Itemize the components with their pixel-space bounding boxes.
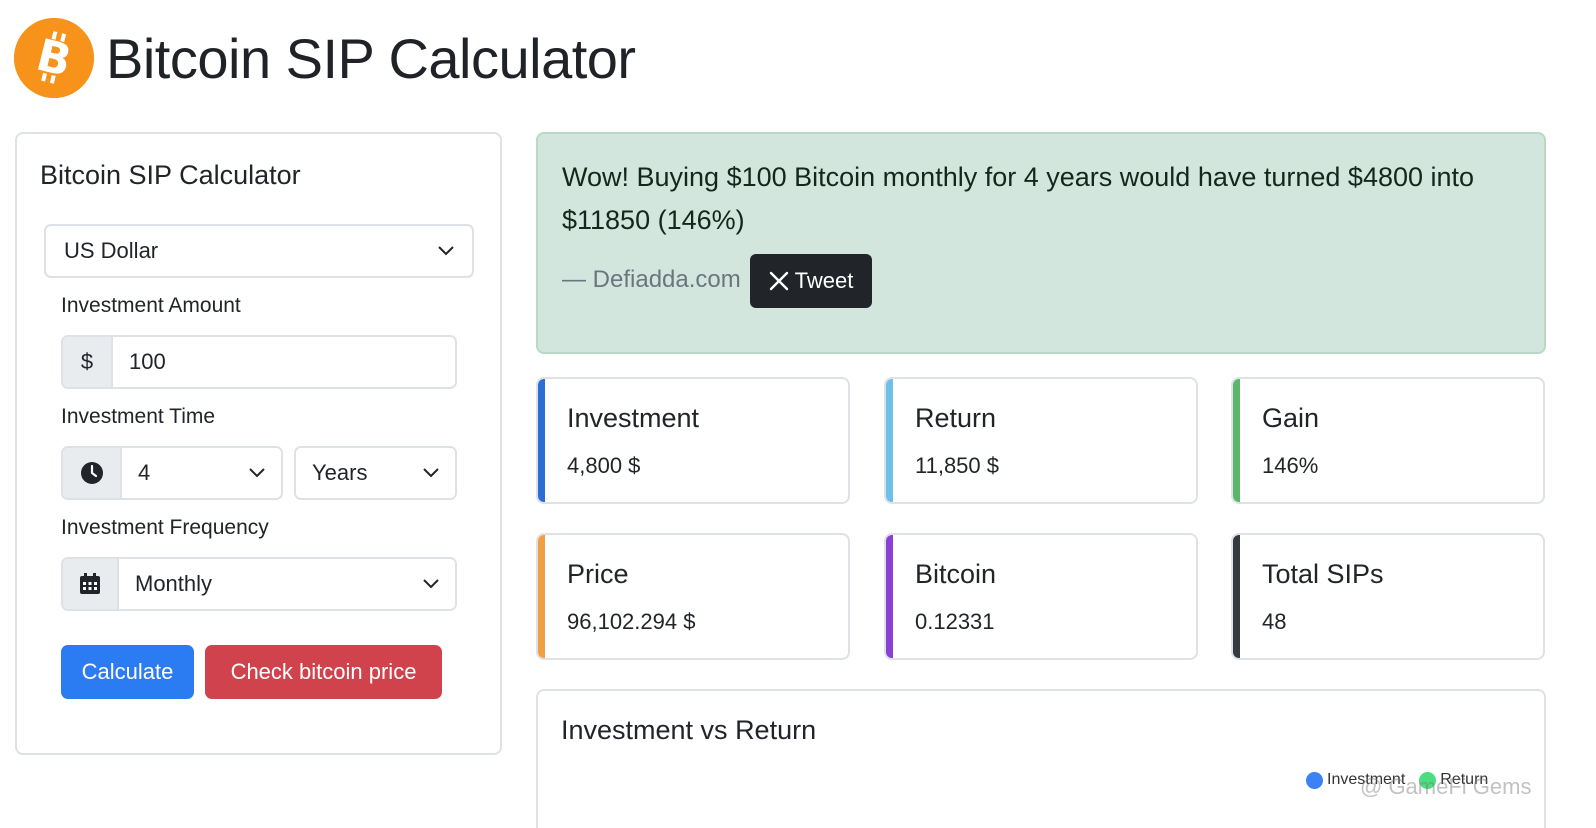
currency-select[interactable]: US Dollar bbox=[44, 224, 474, 278]
time-unit-field: Years bbox=[296, 448, 455, 498]
stat-card-investment: Investment 4,800 $ bbox=[536, 377, 850, 504]
card-accent-bar bbox=[886, 535, 893, 658]
stat-card-bitcoin: Bitcoin 0.12331 bbox=[884, 533, 1198, 660]
stat-card-gain: Gain 146% bbox=[1231, 377, 1545, 504]
bitcoin-logo-icon: B bbox=[14, 18, 94, 98]
investment-vs-return-chart: Investment vs Return Investment Return bbox=[536, 689, 1546, 828]
time-unit-value: Years bbox=[312, 460, 368, 485]
amount-input[interactable]: 100 bbox=[113, 337, 455, 387]
stat-title: Return bbox=[915, 403, 997, 433]
amount-label: Investment Amount bbox=[61, 294, 241, 317]
chart-title: Investment vs Return bbox=[561, 715, 817, 745]
x-logo-icon bbox=[769, 271, 788, 291]
card-accent-bar bbox=[1233, 535, 1240, 658]
stat-value: 48 bbox=[1262, 609, 1287, 634]
frequency-select[interactable]: Monthly bbox=[119, 559, 455, 609]
frequency-value: Monthly bbox=[135, 571, 213, 596]
stat-value: 146% bbox=[1262, 453, 1319, 478]
frequency-label: Investment Frequency bbox=[61, 516, 269, 539]
result-message: Wow! Buying $100 Bitcoin monthly for 4 y… bbox=[562, 162, 1475, 235]
form-title: Bitcoin SIP Calculator bbox=[40, 160, 301, 190]
stat-title: Price bbox=[567, 559, 629, 589]
page-title: Bitcoin SIP Calculator bbox=[106, 26, 636, 90]
stat-title: Gain bbox=[1262, 403, 1320, 433]
result-source: — Defiadda.com bbox=[562, 266, 741, 293]
stat-title: Bitcoin bbox=[915, 559, 997, 589]
stat-value: 4,800 $ bbox=[567, 453, 641, 478]
time-value: 4 bbox=[138, 460, 151, 485]
stat-card-total-sips: Total SIPs 48 bbox=[1231, 533, 1545, 660]
stat-value: 96,102.294 $ bbox=[567, 609, 696, 634]
time-label: Investment Time bbox=[61, 405, 216, 428]
currency-symbol-addon: $ bbox=[63, 337, 113, 387]
card-accent-bar bbox=[1233, 379, 1240, 502]
stat-value: 0.12331 bbox=[915, 609, 995, 634]
result-alert: Wow! Buying $100 Bitcoin monthly for 4 y… bbox=[536, 132, 1546, 354]
calculator-form: Bitcoin SIP Calculator US Dollar Investm… bbox=[15, 132, 502, 755]
calculate-button[interactable]: Calculate bbox=[61, 645, 194, 699]
calendar-icon bbox=[63, 559, 119, 609]
time-input-group: 4 bbox=[61, 446, 283, 500]
stat-title: Total SIPs bbox=[1262, 559, 1384, 589]
tweet-label: Tweet bbox=[794, 268, 854, 293]
amount-input-group: $ 100 bbox=[61, 335, 457, 389]
watermark: @ GameFi Gems bbox=[1360, 774, 1532, 799]
clock-icon bbox=[63, 448, 122, 498]
card-accent-bar bbox=[538, 379, 545, 502]
card-accent-bar bbox=[538, 535, 545, 658]
chevron-down-icon bbox=[423, 468, 439, 478]
card-accent-bar bbox=[886, 379, 893, 502]
chevron-down-icon bbox=[423, 579, 439, 589]
chevron-down-icon bbox=[438, 246, 454, 256]
currency-select-value: US Dollar bbox=[64, 238, 159, 263]
page-header: B Bitcoin SIP Calculator bbox=[14, 18, 636, 98]
tweet-button[interactable]: Tweet bbox=[750, 254, 872, 308]
frequency-input-group: Monthly bbox=[61, 557, 457, 611]
stat-card-price: Price 96,102.294 $ bbox=[536, 533, 850, 660]
stat-title: Investment bbox=[567, 403, 700, 433]
check-price-button[interactable]: Check bitcoin price bbox=[205, 645, 442, 699]
stat-value: 11,850 $ bbox=[915, 453, 1000, 478]
time-value-select[interactable]: 4 bbox=[122, 448, 281, 498]
legend-dot bbox=[1306, 771, 1323, 789]
stat-card-return: Return 11,850 $ bbox=[884, 377, 1198, 504]
chevron-down-icon bbox=[249, 468, 265, 478]
time-unit-select[interactable]: Years bbox=[294, 446, 457, 500]
